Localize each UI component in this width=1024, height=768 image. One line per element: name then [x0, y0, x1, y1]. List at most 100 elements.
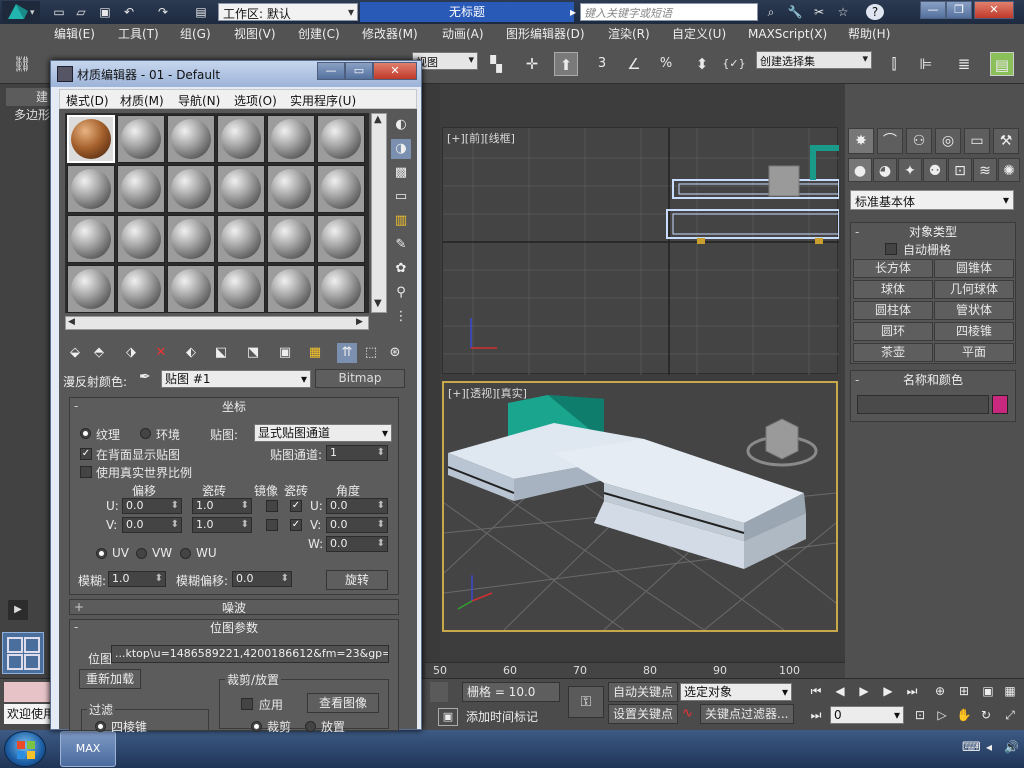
get-material-icon[interactable]: ⬙	[65, 343, 85, 363]
make-unique-icon[interactable]: ⬖	[181, 343, 201, 363]
sample-slot[interactable]	[117, 115, 165, 163]
sample-slot[interactable]	[117, 265, 165, 313]
sample-slot[interactable]	[267, 115, 315, 163]
sample-slot[interactable]	[267, 165, 315, 213]
autogrid-checkbox[interactable]	[885, 243, 897, 255]
lights-icon[interactable]: ✦	[898, 158, 922, 182]
sphere-button[interactable]: 球体	[853, 280, 933, 299]
select-manipulate-icon[interactable]: ✛	[520, 52, 544, 76]
undo-icon[interactable]: ↶	[120, 4, 138, 20]
mat-menu-navigation[interactable]: 导航(N)	[178, 92, 220, 109]
object-type-title[interactable]: 对象类型	[851, 224, 1015, 240]
sample-slot[interactable]	[67, 215, 115, 263]
reload-button[interactable]: 重新加载	[79, 669, 141, 689]
maximize-viewport-icon[interactable]: ⤢	[1000, 706, 1020, 724]
create-tab-icon[interactable]: ✸	[848, 128, 874, 154]
timeline-ruler[interactable]: 50 60 70 80 90 100	[425, 662, 845, 678]
pan-icon[interactable]: ✋	[954, 706, 974, 724]
shapes-icon[interactable]: ◕	[873, 158, 897, 182]
object-name-input[interactable]	[857, 395, 989, 414]
menu-group[interactable]: 组(G)	[180, 26, 211, 42]
menu-modifiers[interactable]: 修改器(M)	[362, 26, 418, 42]
viewport-layout-icon[interactable]	[2, 632, 44, 674]
sample-slot[interactable]	[167, 115, 215, 163]
geosphere-button[interactable]: 几何球体	[934, 280, 1014, 299]
make-preview-icon[interactable]: ✎	[391, 235, 411, 255]
v-angle-spinner[interactable]: 0.0	[326, 517, 388, 533]
sample-uv-tiling-icon[interactable]: ▭	[391, 187, 411, 207]
sample-slot[interactable]	[67, 165, 115, 213]
scroll-right-icon[interactable]: ▶	[356, 317, 363, 327]
mirror-icon[interactable]: ⫿	[882, 52, 906, 76]
pick-material-icon[interactable]: ⊛	[385, 343, 405, 363]
sample-slot[interactable]	[167, 165, 215, 213]
ribbon-polygon-label[interactable]: 多边形	[14, 106, 54, 124]
eyedropper-icon[interactable]: ✒	[139, 369, 151, 385]
goto-end-icon[interactable]: ⏭	[902, 682, 922, 700]
sample-slot-active[interactable]	[67, 115, 115, 163]
wu-radio[interactable]	[180, 548, 191, 559]
scroll-down-icon[interactable]: ▼	[374, 298, 382, 309]
backlight-icon[interactable]: ◑	[391, 139, 411, 159]
mat-menu-utilities[interactable]: 实用程序(U)	[290, 92, 356, 109]
motion-tab-icon[interactable]: ◎	[935, 128, 961, 154]
space-warps-icon[interactable]: ≋	[973, 158, 997, 182]
put-to-library-icon[interactable]: ⬕	[211, 343, 231, 363]
sample-slot[interactable]	[217, 165, 265, 213]
sample-slot[interactable]	[67, 265, 115, 313]
object-color-swatch[interactable]	[992, 395, 1008, 414]
sample-slot[interactable]	[267, 265, 315, 313]
field-of-view-icon[interactable]: ▷	[932, 706, 952, 724]
sample-slot[interactable]	[167, 265, 215, 313]
view-image-button[interactable]: 查看图像	[307, 693, 379, 713]
menu-help[interactable]: 帮助(H)	[848, 26, 890, 42]
scroll-left-icon[interactable]: ◀	[68, 317, 75, 327]
select-by-material-icon[interactable]: ⚲	[391, 283, 411, 303]
orbit-icon[interactable]: ↻	[976, 706, 996, 724]
u-angle-spinner[interactable]: 0.0	[326, 498, 388, 514]
uv-radio[interactable]	[96, 548, 107, 559]
texture-radio[interactable]	[80, 428, 91, 439]
noise-title[interactable]: 噪波	[70, 600, 398, 616]
v-offset-spinner[interactable]: 0.0	[122, 517, 182, 533]
plane-button[interactable]: 平面	[934, 343, 1014, 362]
sample-slot[interactable]	[117, 215, 165, 263]
collapse-icon[interactable]: -	[74, 399, 78, 413]
menu-customize[interactable]: 自定义(U)	[672, 26, 726, 42]
cylinder-button[interactable]: 圆柱体	[853, 301, 933, 320]
apply-crop-checkbox[interactable]	[241, 698, 253, 710]
material-editor-window[interactable]: 材质编辑器 - 01 - Default — ▭ ✕ 模式(D) 材质(M) 导…	[50, 60, 422, 734]
app-logo-icon[interactable]: ▾	[2, 1, 40, 23]
utilities-tab-icon[interactable]: ⚒	[993, 128, 1019, 154]
mat-close-button[interactable]: ✕	[373, 62, 417, 80]
zoom-extents-icon[interactable]: ▣	[978, 682, 998, 700]
current-frame-input[interactable]: 0	[830, 706, 904, 724]
minimize-button[interactable]: —	[920, 1, 946, 19]
spinner-snap-icon[interactable]: ⬍	[690, 52, 714, 76]
subscription-icon[interactable]: 🔧	[786, 4, 804, 20]
mapping-dropdown[interactable]: 显式贴图通道	[254, 424, 392, 442]
maxscript-listener-bar[interactable]	[4, 682, 50, 702]
sample-slot[interactable]	[117, 165, 165, 213]
snap-3-label[interactable]: 3	[590, 52, 614, 76]
menu-create[interactable]: 创建(C)	[298, 26, 340, 42]
key-mode-dropdown[interactable]: 选定对象	[680, 683, 792, 701]
auto-key-button[interactable]: 自动关键点	[608, 682, 678, 702]
open-file-icon[interactable]: ▱	[72, 4, 90, 20]
angle-snap-icon[interactable]: ∠	[622, 52, 646, 76]
u-mirror-checkbox[interactable]	[266, 500, 278, 512]
map-name-dropdown[interactable]: 贴图 #1	[161, 370, 311, 388]
u-offset-spinner[interactable]: 0.0	[122, 498, 182, 514]
mat-menu-modes[interactable]: 模式(D)	[66, 92, 109, 109]
abc-edit-icon[interactable]: {✓}	[722, 52, 746, 76]
bitmap-path-button[interactable]: ...ktop\u=1486589221,4200186612&fm=23&gp…	[111, 645, 389, 663]
perspective-viewport[interactable]: [+][透视][真实]	[442, 381, 838, 632]
workspace-dropdown[interactable]: 工作区: 默认	[218, 3, 358, 21]
material-editor-titlebar[interactable]: 材质编辑器 - 01 - Default — ▭ ✕	[51, 61, 421, 87]
link-icon[interactable]: ⛓	[10, 52, 34, 76]
sample-slot[interactable]	[317, 265, 365, 313]
cone-button[interactable]: 圆锥体	[934, 259, 1014, 278]
keyboard-shortcut-icon[interactable]: ⬆	[554, 52, 578, 76]
map-channel-spinner[interactable]: 1	[326, 445, 388, 461]
name-color-title[interactable]: 名称和颜色	[851, 372, 1015, 388]
